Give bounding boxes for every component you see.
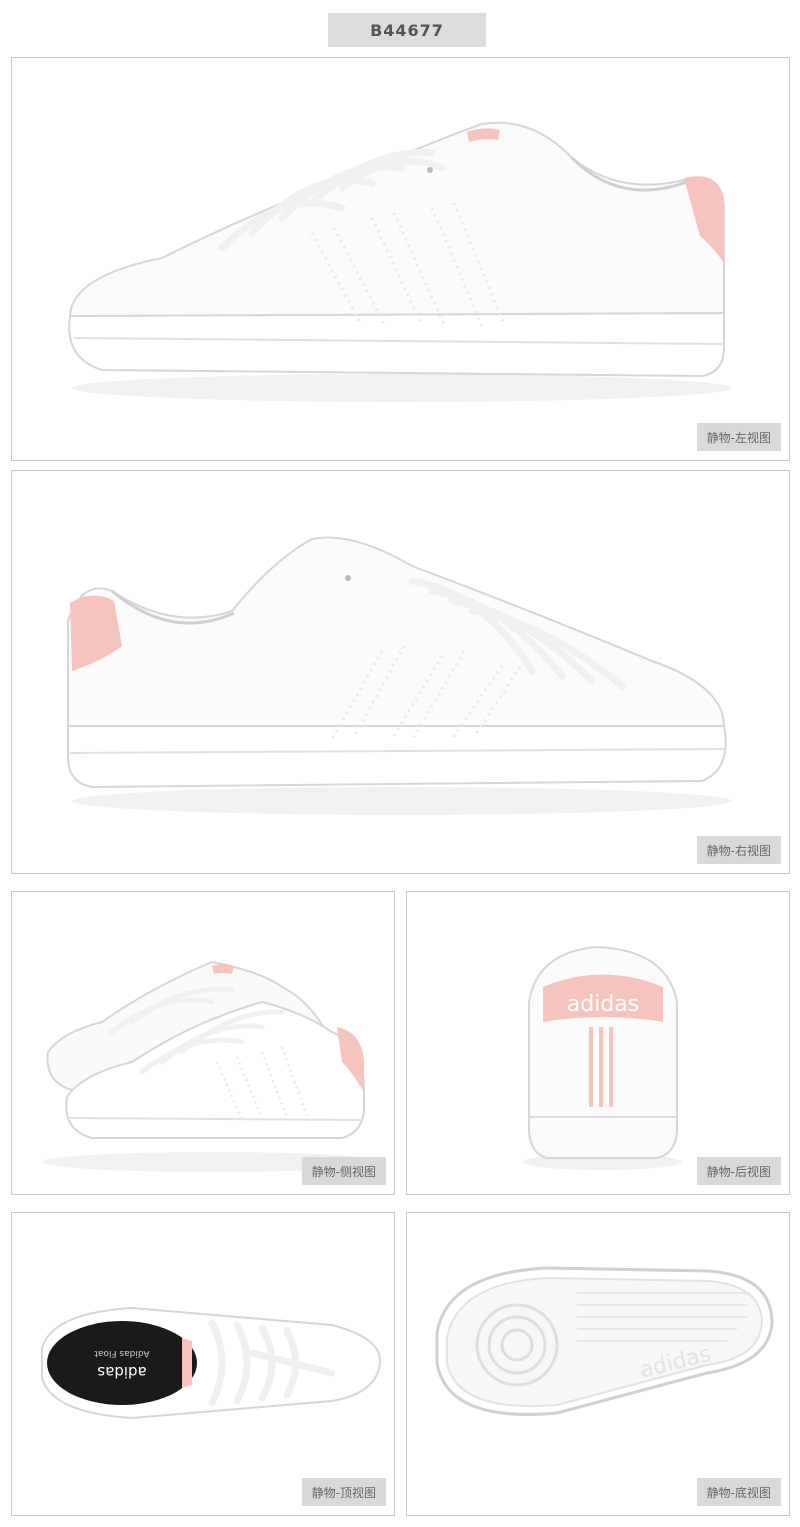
photo-panel-back-view: adidas 静物-后视图: [406, 891, 790, 1195]
sneaker-back-view-icon: adidas: [522, 945, 682, 1170]
photo-panel-top-view: adidas Adidas Float 静物-顶视图: [11, 1212, 395, 1516]
photo-panel-left-view: 静物-左视图: [11, 57, 790, 461]
photo-panel-side-view: 静物-侧视图: [11, 891, 395, 1195]
view-label: 静物-底视图: [696, 1478, 781, 1506]
view-label: 静物-后视图: [696, 1157, 781, 1185]
product-code-badge: B44677: [328, 13, 486, 47]
brand-logo: adidas: [567, 992, 639, 1017]
insole-subtext: Adidas Float: [94, 1348, 150, 1358]
view-label: 静物-侧视图: [301, 1157, 386, 1185]
sneaker-top-view-icon: adidas Adidas Float: [41, 1306, 382, 1420]
sneaker-bottom-view-icon: adidas: [435, 1266, 774, 1416]
view-label: 静物-顶视图: [301, 1478, 386, 1506]
sneaker-left-view-icon: [68, 121, 732, 402]
view-label: 静物-左视图: [696, 423, 781, 451]
photo-panel-right-view: 静物-右视图: [11, 470, 790, 874]
photo-panel-bottom-view: adidas 静物-底视图: [406, 1212, 790, 1516]
sneaker-right-view-icon: [67, 536, 732, 815]
view-label: 静物-右视图: [696, 836, 781, 864]
sneaker-pair-side-view-icon: [42, 960, 382, 1172]
insole-logo: adidas: [97, 1363, 147, 1381]
